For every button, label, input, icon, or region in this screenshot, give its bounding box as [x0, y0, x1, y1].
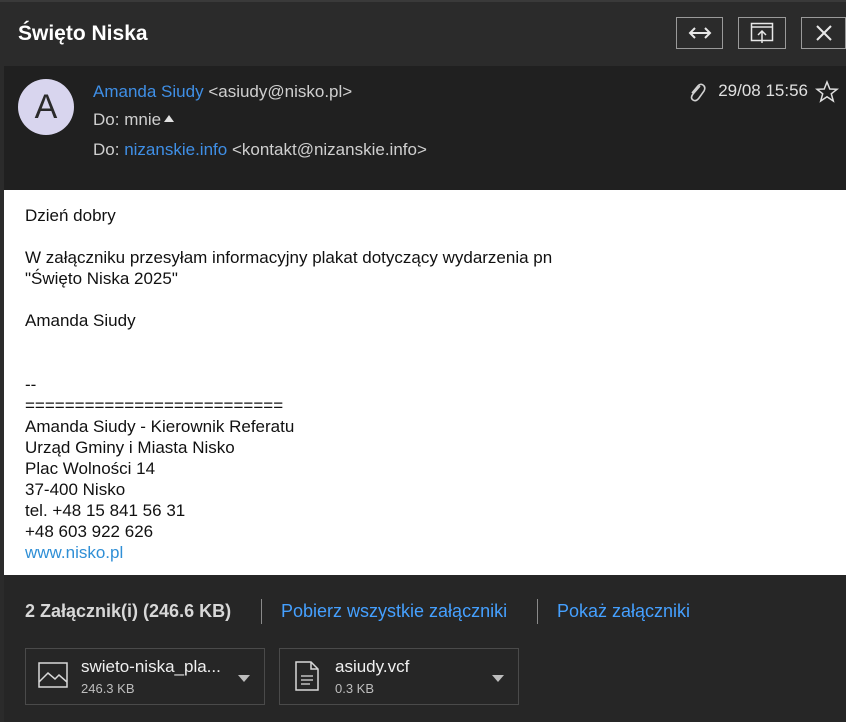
attachment-size: 246.3 KB	[81, 681, 135, 696]
signature-separator: --	[25, 375, 37, 394]
signature-line: Plac Wolności 14	[25, 459, 156, 478]
double-arrow-icon	[688, 27, 711, 39]
to-recipient-line: Do: nizanskie.info <kontakt@nizanskie.in…	[93, 140, 427, 160]
close-button[interactable]	[801, 17, 846, 49]
chevron-down-icon[interactable]	[238, 675, 250, 682]
message-datetime: 29/08 15:56	[718, 81, 808, 100]
image-file-icon	[38, 662, 68, 688]
document-file-icon	[295, 661, 319, 691]
body-line: W załączniku przesyłam informacyjny plak…	[25, 248, 553, 267]
body-line: Dzień dobry	[25, 206, 116, 225]
show-attachments-link[interactable]: Pokaż załączniki	[557, 601, 690, 622]
sender-name[interactable]: Amanda Siudy	[93, 82, 204, 101]
signature-line: Amanda Siudy - Kierownik Referatu	[25, 417, 295, 436]
to-label: Do:	[93, 110, 120, 129]
divider	[261, 599, 262, 624]
chevron-down-icon[interactable]	[492, 675, 504, 682]
attachment-filename: asiudy.vcf	[335, 657, 410, 676]
paperclip-icon	[690, 83, 706, 102]
expand-button[interactable]	[676, 17, 723, 49]
popout-window-icon	[750, 22, 774, 43]
title-bar: Święto Niska	[0, 0, 846, 66]
recipient-name[interactable]: nizanskie.info	[124, 140, 227, 159]
message-body: Dzień dobry W załączniku przesyłam infor…	[4, 190, 846, 575]
popout-button[interactable]	[738, 17, 786, 49]
to-self-line: Do: mnie	[93, 110, 175, 130]
collapse-recipients-icon[interactable]	[164, 115, 175, 122]
attachment-size: 0.3 KB	[335, 681, 375, 696]
recipient-email: <kontakt@nizanskie.info>	[231, 140, 427, 159]
attachment-filename: swieto-niska_pla...	[81, 657, 221, 676]
star-icon[interactable]	[815, 80, 839, 104]
attachment-card-vcf[interactable]: asiudy.vcf 0.3 KB	[279, 648, 519, 705]
message-header: A Amanda Siudy <asiudy@nisko.pl> Do: mni…	[4, 66, 846, 190]
sender-email: <asiudy@nisko.pl>	[208, 82, 353, 101]
body-line: Amanda Siudy	[25, 311, 136, 330]
avatar: A	[18, 79, 74, 135]
from-line: Amanda Siudy <asiudy@nisko.pl>	[93, 82, 352, 102]
signature-line: Urząd Gminy i Miasta Nisko	[25, 438, 235, 457]
attachment-count: 2 Załącznik(i) (246.6 KB)	[25, 601, 232, 621]
divider	[537, 599, 538, 624]
body-line: "Święto Niska 2025"	[25, 269, 178, 288]
attachments-bar: 2 Załącznik(i) (246.6 KB) Pobierz wszyst…	[4, 575, 846, 722]
attachment-card-image[interactable]: swieto-niska_pla... 246.3 KB	[25, 648, 265, 705]
signature-rule: ==========================	[25, 396, 284, 415]
close-icon	[815, 25, 832, 41]
to2-label: Do:	[93, 140, 120, 159]
to-self[interactable]: mnie	[124, 110, 161, 129]
download-all-link[interactable]: Pobierz wszystkie załączniki	[281, 601, 507, 622]
signature-line: tel. +48 15 841 56 31	[25, 501, 186, 520]
website-link[interactable]: www.nisko.pl	[25, 542, 123, 563]
signature-line: +48 603 922 626	[25, 522, 154, 541]
signature-line: 37-400 Nisko	[25, 480, 126, 499]
window-title: Święto Niska	[18, 22, 148, 45]
